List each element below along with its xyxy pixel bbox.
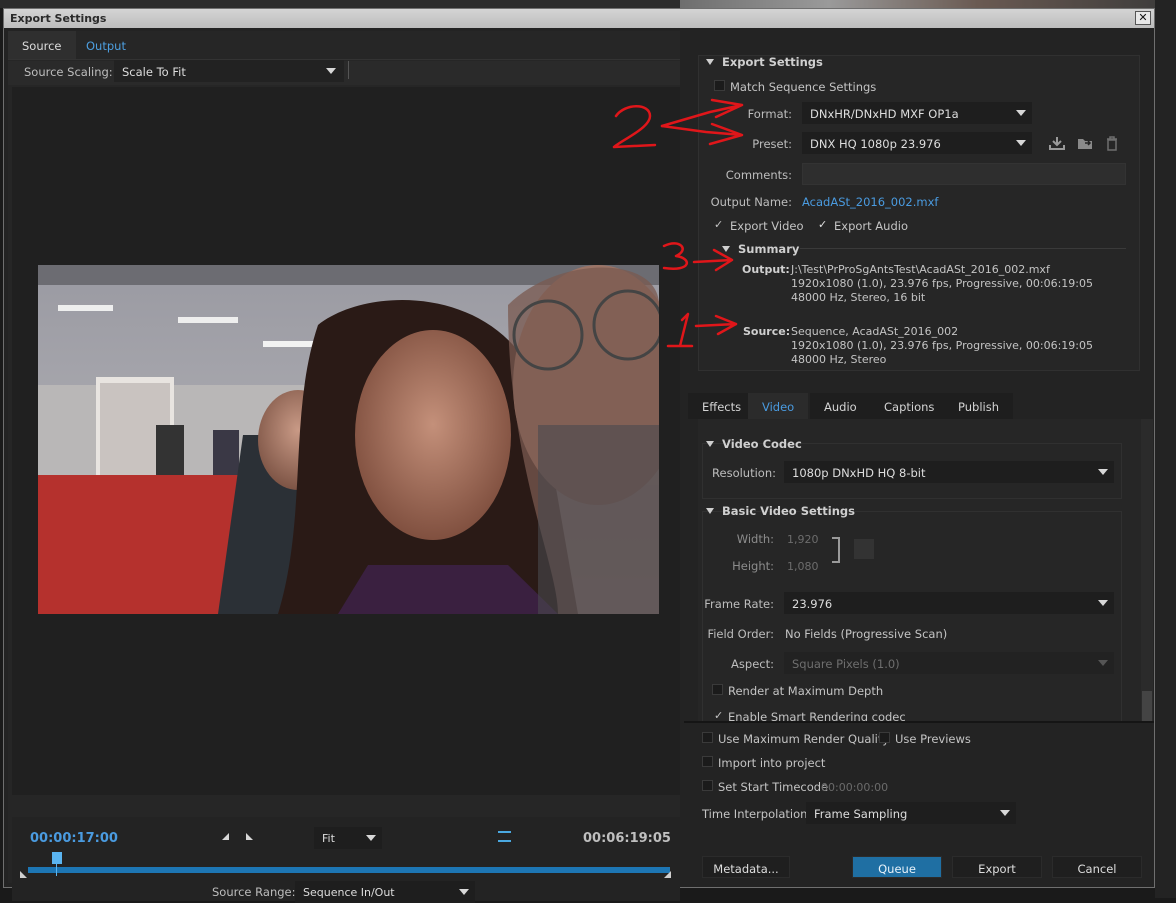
annotation-number-2 xyxy=(612,105,657,149)
annotation-arrow-preset xyxy=(660,122,744,146)
annotation-number-1 xyxy=(666,312,694,348)
annotation-arrow-output xyxy=(692,248,734,272)
annotation-number-3 xyxy=(662,242,688,270)
annotation-overlay xyxy=(612,98,744,348)
annotation-arrow-source xyxy=(694,314,738,336)
annotation-arrow-format xyxy=(660,98,744,128)
